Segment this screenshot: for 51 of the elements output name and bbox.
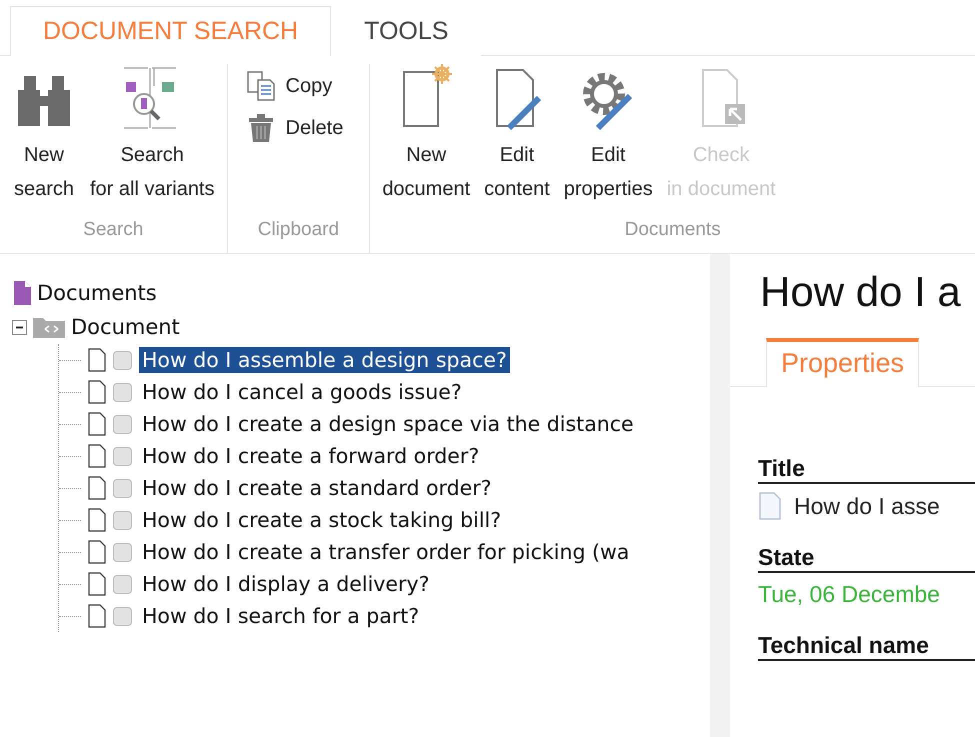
- document-icon: [88, 444, 106, 468]
- document-icon: [88, 508, 106, 532]
- ribbon-small-button[interactable]: Delete: [242, 110, 348, 146]
- splitter[interactable]: [710, 254, 730, 737]
- document-icon: [88, 380, 106, 404]
- checkbox[interactable]: [113, 350, 132, 370]
- section-heading: State: [758, 544, 975, 573]
- checkbox[interactable]: [113, 606, 132, 626]
- collapse-icon[interactable]: [12, 320, 27, 334]
- checkbox[interactable]: [113, 478, 132, 498]
- document-icon: [88, 572, 106, 596]
- group-label: Documents: [624, 219, 721, 242]
- ribbon-button[interactable]: New search: [6, 64, 82, 219]
- document-icon: [758, 492, 782, 520]
- checkbox[interactable]: [113, 382, 132, 402]
- document-icon: [88, 348, 106, 372]
- document-icon: [88, 476, 106, 500]
- tree-item[interactable]: How do I search for a part?: [139, 603, 422, 629]
- section-heading: Title: [758, 455, 975, 484]
- tree-item[interactable]: How do I display a delivery?: [139, 571, 432, 597]
- folder-icon: [32, 315, 66, 339]
- ribbon-button[interactable]: Edit properties: [558, 64, 659, 219]
- document-icon: [12, 280, 32, 306]
- tree-item[interactable]: How do I create a forward order?: [139, 443, 482, 469]
- tree-item[interactable]: How do I create a transfer order for picking (wa: [139, 539, 632, 565]
- checkbox[interactable]: [113, 574, 132, 594]
- checkbox[interactable]: [113, 414, 132, 434]
- group-label: Search: [83, 219, 144, 242]
- document-icon: [88, 604, 106, 628]
- ribbon-button[interactable]: New document: [376, 64, 476, 219]
- document-icon: [88, 412, 106, 436]
- checkbox[interactable]: [113, 446, 132, 466]
- title-value: How do I asse: [794, 492, 940, 520]
- checkbox[interactable]: [113, 542, 132, 562]
- tree-item[interactable]: How do I create a design space via the distance: [139, 411, 637, 437]
- document-icon: [88, 540, 106, 564]
- tree-root[interactable]: Documents: [37, 281, 157, 305]
- section-heading: Technical name: [758, 632, 975, 661]
- tree-item[interactable]: How do I cancel a goods issue?: [139, 379, 465, 405]
- copy-icon: [246, 70, 276, 102]
- tree-item[interactable]: How do I create a standard order?: [139, 475, 495, 501]
- tree-folder[interactable]: Document: [71, 315, 180, 339]
- tree-item[interactable]: How do I assemble a design space?: [139, 347, 510, 373]
- checkbox[interactable]: [113, 510, 132, 530]
- state-value: Tue, 06 Decembe: [758, 581, 941, 608]
- tree-item[interactable]: How do I create a stock taking bill?: [139, 507, 504, 533]
- group-label: Clipboard: [258, 219, 340, 242]
- document-title: How do I a: [760, 268, 962, 316]
- ribbon-button[interactable]: Search for all variants: [84, 64, 220, 219]
- ribbon-small-button[interactable]: Copy: [242, 68, 348, 104]
- ribbon-button[interactable]: Edit content: [478, 64, 556, 219]
